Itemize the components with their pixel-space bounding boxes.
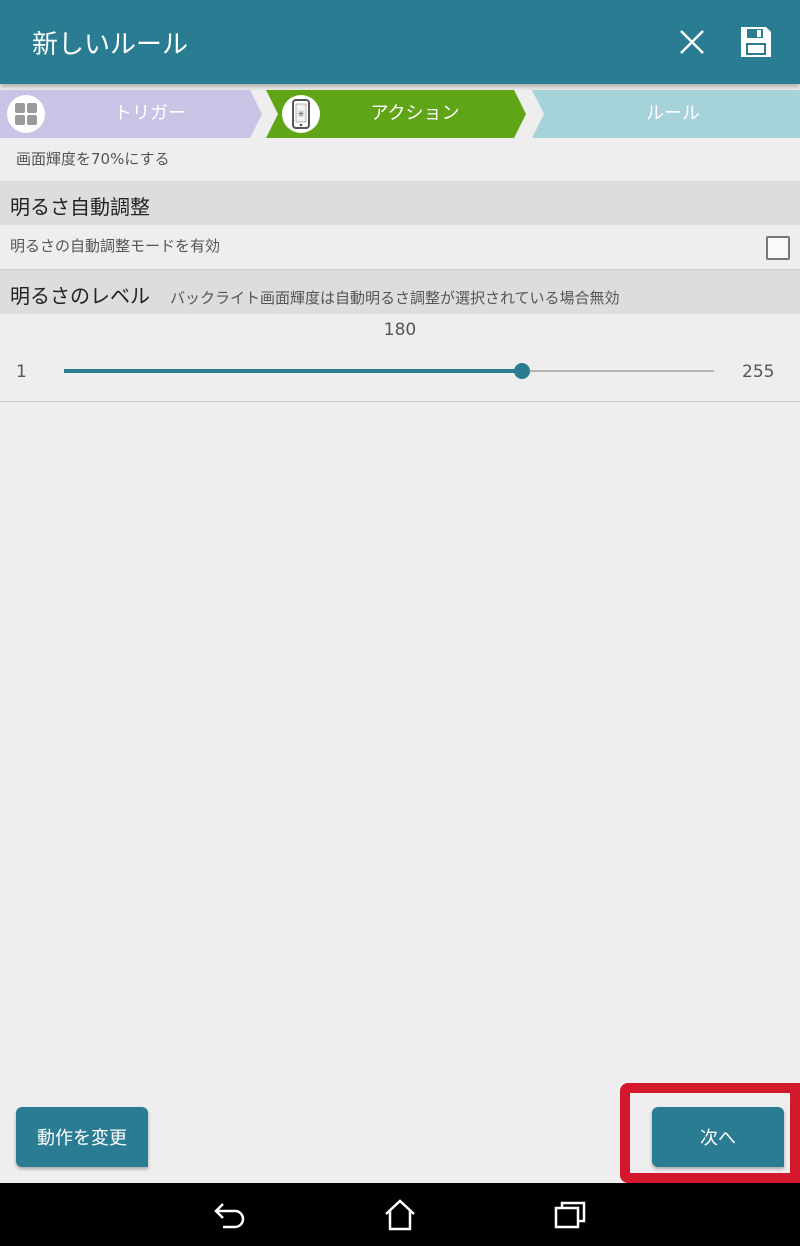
recents-icon [554, 1201, 586, 1229]
brightness-slider[interactable] [64, 363, 714, 379]
slider-current-value: 180 [383, 320, 417, 340]
phone-brightness-icon: ✳ [282, 95, 320, 133]
page-title: 新しいルール [32, 30, 189, 60]
slider-thumb[interactable] [514, 363, 531, 379]
app-header: 新しいルール [0, 0, 800, 84]
brightness-level-note: バックライト画面輝度は自動明るさ調整が選択されている場合無効 [170, 289, 620, 307]
close-button[interactable] [668, 18, 716, 66]
divider [0, 401, 800, 402]
floppy-disk-icon [741, 27, 771, 57]
home-icon [385, 1199, 415, 1231]
auto-brightness-section-header: 明るさ自動調整 [0, 181, 800, 225]
close-icon [680, 30, 704, 54]
slider-fill [64, 369, 523, 373]
auto-brightness-checkbox[interactable] [766, 236, 790, 260]
svg-text:✳: ✳ [297, 110, 305, 120]
auto-brightness-option-label: 明るさの自動調整モードを有効 [10, 237, 221, 255]
step-trigger[interactable]: トリガー [50, 90, 250, 138]
brightness-level-section-header: 明るさのレベル バックライト画面輝度は自動明るさ調整が選択されている場合無効 [0, 270, 800, 314]
auto-brightness-title: 明るさ自動調整 [10, 195, 150, 219]
recents-button[interactable] [550, 1195, 590, 1235]
back-button[interactable] [210, 1195, 250, 1235]
slider-max-label: 255 [742, 362, 775, 382]
slider-min-label: 1 [16, 362, 27, 382]
change-action-button[interactable]: 動作を変更 [16, 1107, 148, 1167]
action-summary: 画面輝度を70%にする [16, 150, 170, 168]
step-progress-bar: トリガー ✳ アクション ルール [0, 90, 800, 138]
next-button[interactable]: 次へ [652, 1107, 784, 1167]
auto-brightness-row[interactable]: 明るさの自動調整モードを有効 [0, 225, 800, 270]
grid-icon [7, 95, 45, 133]
brightness-level-title: 明るさのレベル [10, 284, 150, 308]
step-action[interactable]: アクション [322, 90, 508, 138]
save-button[interactable] [732, 18, 780, 66]
step-rule[interactable]: ルール [546, 90, 800, 138]
home-button[interactable] [380, 1195, 420, 1235]
system-navigation-bar [0, 1183, 800, 1246]
back-icon [214, 1203, 245, 1229]
